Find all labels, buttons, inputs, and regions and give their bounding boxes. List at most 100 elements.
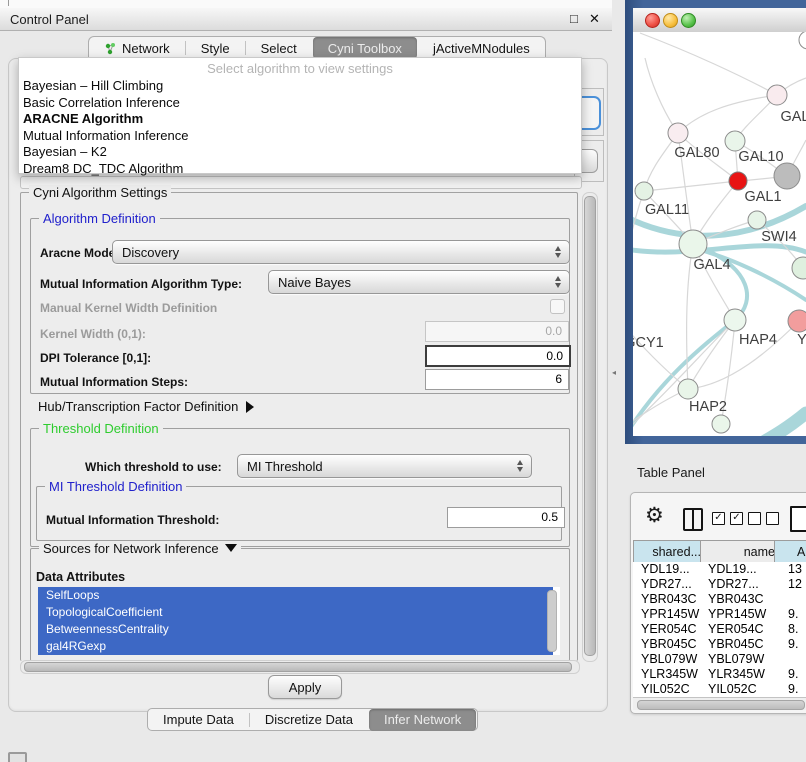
tab-network[interactable]: Network bbox=[89, 37, 185, 59]
network-canvas[interactable]: GALGAL80GAL10GAL1GAL11SWI4GAL4GCY1HAP4YH… bbox=[633, 32, 806, 436]
algorithm-option-bayesian-hill-climbing[interactable]: Bayesian – Hill Climbing bbox=[19, 77, 581, 94]
algorithm-option-dream8-dc-tdc-algorithm[interactable]: Dream8 DC_TDC Algorithm bbox=[19, 160, 581, 177]
tab-discretize-data[interactable]: Discretize Data bbox=[250, 709, 368, 731]
minimized-panel-icon[interactable] bbox=[8, 752, 27, 762]
tab-label: Discretize Data bbox=[265, 712, 353, 727]
network-edge bbox=[633, 322, 688, 389]
kernel-width-field[interactable]: 0.0 bbox=[425, 321, 569, 342]
expanded-arrow-icon[interactable] bbox=[225, 544, 237, 552]
table-row[interactable]: YER054CYER054C8. bbox=[633, 622, 806, 637]
network-node-y[interactable] bbox=[788, 310, 806, 332]
network-node-gal11[interactable] bbox=[635, 182, 653, 200]
gear-icon[interactable]: ⚙ bbox=[645, 505, 664, 527]
network-edge bbox=[678, 95, 777, 133]
float-panel-icon[interactable]: □ bbox=[570, 11, 578, 26]
deselect-all-checkboxes-icon[interactable] bbox=[748, 512, 779, 525]
network-node-gal1[interactable] bbox=[729, 172, 747, 190]
network-icon bbox=[104, 42, 117, 55]
algorithm-option-aracne-algorithm[interactable]: ARACNE Algorithm bbox=[19, 110, 581, 127]
tab-cyni-toolbox[interactable]: Cyni Toolbox bbox=[313, 37, 417, 59]
close-panel-icon[interactable]: ✕ bbox=[589, 11, 600, 27]
network-edge-highlight bbox=[633, 246, 806, 252]
network-node-gal80[interactable] bbox=[668, 123, 688, 143]
algorithm-option-basic-correlation-inference[interactable]: Basic Correlation Inference bbox=[19, 94, 581, 111]
mi-steps-field[interactable]: 6 bbox=[425, 369, 569, 390]
which-threshold-combo[interactable]: MI Threshold bbox=[237, 454, 532, 478]
column-header-partial[interactable]: A bbox=[774, 540, 806, 563]
which-threshold-value: MI Threshold bbox=[238, 459, 509, 474]
tab-impute-data[interactable]: Impute Data bbox=[148, 709, 249, 731]
settings-vertical-scrollbar-thumb[interactable] bbox=[584, 196, 596, 656]
network-node-label: GAL80 bbox=[674, 145, 719, 161]
list-scrollbar-thumb[interactable] bbox=[547, 590, 557, 652]
aracne-mode-combo[interactable]: Discovery bbox=[112, 240, 570, 264]
zoom-traffic-light[interactable] bbox=[681, 13, 696, 28]
mi-threshold-field[interactable]: 0.5 bbox=[447, 507, 565, 528]
table-row[interactable]: YPR145WYPR145W9. bbox=[633, 607, 806, 622]
network-node-hap2[interactable] bbox=[678, 379, 698, 399]
control-panel-titlebar bbox=[0, 8, 612, 31]
top-strip bbox=[0, 0, 612, 8]
network-node[interactable] bbox=[799, 32, 806, 49]
columns-icon[interactable] bbox=[683, 508, 703, 531]
network-node-gal[interactable] bbox=[767, 85, 787, 105]
network-edge bbox=[633, 191, 644, 322]
table-cell: 9. bbox=[788, 637, 798, 651]
tab-jactivemnodules[interactable]: jActiveMNodules bbox=[418, 37, 545, 59]
data-attribute-item-betweennesscentrality[interactable]: BetweennessCentrality bbox=[38, 621, 553, 638]
table-horizontal-scrollbar[interactable] bbox=[633, 697, 806, 710]
network-node-gal10[interactable] bbox=[725, 131, 745, 151]
mi-steps-label: Mutual Information Steps: bbox=[40, 375, 188, 389]
tab-select[interactable]: Select bbox=[246, 37, 312, 59]
table-row[interactable]: YBL079WYBL079W bbox=[633, 652, 806, 667]
settings-horizontal-scrollbar[interactable] bbox=[20, 660, 580, 674]
table-horizontal-scrollbar-thumb[interactable] bbox=[637, 700, 805, 710]
table-row[interactable]: YDL19...YDL19...13 bbox=[633, 562, 806, 577]
tab-style[interactable]: Style bbox=[186, 37, 245, 59]
table-row[interactable]: YBR043CYBR043C bbox=[633, 592, 806, 607]
table-panel-title: Table Panel bbox=[637, 465, 705, 480]
algorithm-placeholder: Select algorithm to view settings bbox=[19, 58, 581, 77]
column-header-name[interactable]: name bbox=[700, 540, 781, 563]
settings-vertical-scrollbar[interactable] bbox=[582, 192, 598, 662]
collapsed-arrow-icon[interactable] bbox=[246, 401, 254, 413]
hub-transcription-section[interactable]: Hub/Transcription Factor Definition bbox=[38, 399, 254, 414]
table-cell: 9. bbox=[788, 682, 798, 696]
network-node[interactable] bbox=[774, 163, 800, 189]
data-attribute-item-gal4rgexp[interactable]: gal4RGexp bbox=[38, 638, 553, 655]
network-node-hap4[interactable] bbox=[724, 309, 746, 331]
manual-kernel-width-label: Manual Kernel Width Definition bbox=[40, 301, 217, 315]
table-row[interactable]: YIL052CYIL052C9. bbox=[633, 682, 806, 697]
network-node-gal4[interactable] bbox=[679, 230, 707, 258]
table-row[interactable]: YBR045CYBR045C9. bbox=[633, 637, 806, 652]
network-node[interactable] bbox=[712, 415, 730, 433]
close-traffic-light[interactable] bbox=[645, 13, 660, 28]
data-attributes-list[interactable]: SelfLoopsTopologicalCoefficientBetweenne… bbox=[38, 587, 560, 655]
network-node-swi4[interactable] bbox=[748, 211, 766, 229]
mi-algorithm-type-combo[interactable]: Naive Bayes bbox=[268, 270, 570, 294]
network-node[interactable] bbox=[792, 257, 806, 279]
settings-horizontal-scrollbar-thumb[interactable] bbox=[24, 662, 572, 672]
dpi-tolerance-field[interactable]: 0.0 bbox=[425, 345, 571, 367]
mi-algorithm-type-value: Naive Bayes bbox=[269, 275, 547, 290]
network-node-label: GAL1 bbox=[744, 189, 781, 205]
table-cell: 13 bbox=[788, 562, 802, 576]
minimize-traffic-light[interactable] bbox=[663, 13, 678, 28]
data-attribute-item-topologicalcoefficient[interactable]: TopologicalCoefficient bbox=[38, 604, 553, 621]
dpi-tolerance-label: DPI Tolerance [0,1]: bbox=[40, 351, 151, 365]
tab-label: Style bbox=[201, 41, 230, 56]
table-row[interactable]: YLR345WYLR345W9. bbox=[633, 667, 806, 682]
hub-transcription-label: Hub/Transcription Factor Definition bbox=[38, 399, 238, 414]
apply-button[interactable]: Apply bbox=[268, 675, 342, 699]
export-table-icon[interactable] bbox=[790, 506, 806, 532]
algorithm-option-bayesian-k2[interactable]: Bayesian – K2 bbox=[19, 143, 581, 160]
column-header-shared[interactable]: shared... bbox=[633, 540, 707, 563]
split-pane-collapse-icon[interactable]: ◂ bbox=[612, 368, 616, 377]
manual-kernel-width-checkbox[interactable] bbox=[550, 299, 565, 314]
table-row[interactable]: YDR27...YDR27...12 bbox=[633, 577, 806, 592]
data-attribute-item-selfloops[interactable]: SelfLoops bbox=[38, 587, 553, 604]
tab-infer-network[interactable]: Infer Network bbox=[369, 709, 476, 731]
cyni-algorithm-settings-label: Cyni Algorithm Settings bbox=[29, 185, 171, 200]
select-all-checkboxes-icon[interactable]: ✓✓ bbox=[712, 512, 743, 525]
algorithm-option-mutual-information-inference[interactable]: Mutual Information Inference bbox=[19, 127, 581, 144]
